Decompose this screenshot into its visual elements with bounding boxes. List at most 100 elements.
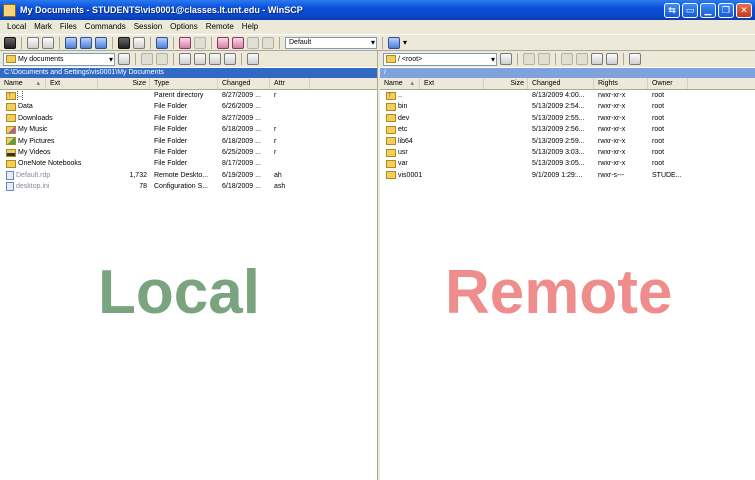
file-row[interactable]: bin 5/13/2009 2:54... rwxr-xr-x root [380,101,755,112]
chevron-down-icon[interactable]: ▾ [403,38,407,47]
file-row[interactable]: desktop.ini 78 Configuration S... 6/18/2… [0,181,377,192]
file-attr [270,101,310,112]
refresh-icon[interactable] [224,53,236,65]
transfer-icon[interactable] [80,36,92,49]
back-icon[interactable] [141,53,153,65]
column-header-rights[interactable]: Rights [594,78,648,89]
root-directory-icon[interactable] [576,53,588,65]
globe-icon[interactable] [388,36,400,49]
file-size [98,158,150,169]
file-row[interactable]: My Pictures File Folder 6/18/2009 ... r [0,136,377,147]
back-icon[interactable] [523,53,535,65]
folder-icon [386,148,396,157]
sessions-icon[interactable] [156,36,168,49]
menu-files[interactable]: Files [56,20,81,34]
maximize-button[interactable]: ❐ [718,2,734,18]
menu-local[interactable]: Local [3,20,30,34]
column-header-size[interactable]: Size [484,78,528,89]
column-header-changed[interactable]: Changed [528,78,594,89]
open-folder-icon[interactable] [118,53,130,65]
file-row[interactable]: dev 5/13/2009 2:55... rwxr-xr-x root [380,113,755,124]
parent-directory-icon[interactable] [561,53,573,65]
invert-selection-icon[interactable] [247,36,259,49]
root-directory-icon[interactable] [194,53,206,65]
parent-folder-icon [386,90,396,101]
home-icon[interactable] [591,53,603,65]
synchronize-icon[interactable] [42,36,54,49]
filter-icon[interactable] [217,36,229,49]
console-icon[interactable] [118,36,130,49]
file-name-cell: etc [380,124,484,135]
menu-help[interactable]: Help [238,20,262,34]
forward-icon[interactable] [156,53,168,65]
file-size [98,113,150,124]
select-plus-icon[interactable] [179,36,191,49]
close-button[interactable]: ✕ [736,2,752,18]
local-location-combo[interactable]: My documents [3,52,115,66]
switch-view-button[interactable]: ⇆ [664,2,680,18]
transfer-settings-combo[interactable]: Default [285,36,377,49]
file-row[interactable]: My Music File Folder 6/18/2009 ... r [0,124,377,135]
file-row[interactable]: .. 8/13/2009 4:00... rwxr-xr-x root [380,90,755,101]
file-row[interactable]: My Videos File Folder 6/25/2009 ... r [0,147,377,158]
file-changed: 6/25/2009 ... [222,148,261,156]
file-owner: root [652,148,665,156]
file-size [484,101,528,112]
file-row[interactable]: .. Parent directory 8/27/2009 ... r [0,90,377,102]
refresh-icon[interactable] [606,53,618,65]
open-folder-icon[interactable] [500,53,512,65]
column-header-name[interactable]: Name [0,78,46,89]
tray-button[interactable]: ▭ [682,2,698,18]
queue-icon[interactable] [65,36,77,49]
column-header-type[interactable]: Type [150,78,218,89]
remote-location-combo[interactable]: / <root> [383,52,497,66]
file-name-cell: .. [380,90,484,101]
menu-session[interactable]: Session [130,20,166,34]
select-all-icon[interactable] [232,36,244,49]
file-row[interactable]: Downloads File Folder 8/27/2009 ... [0,113,377,124]
menu-commands[interactable]: Commands [81,20,130,34]
file-row[interactable]: lib64 5/13/2009 2:59... rwxr-xr-x root [380,136,755,147]
file-size [98,136,150,147]
file-owner: root [652,160,665,168]
remote-overlay-label: Remote [445,258,673,327]
column-header-ext[interactable]: Ext [420,78,484,89]
column-header-attr[interactable]: Attr [270,78,310,89]
file-row[interactable]: Default.rdp 1,732 Remote Deskto... 6/19/… [0,170,377,181]
menu-mark[interactable]: Mark [30,20,56,34]
tree-view-icon[interactable] [247,53,259,65]
minimize-button[interactable]: ▁ [700,2,716,18]
file-row[interactable]: usr 5/13/2009 3:03... rwxr-xr-x root [380,147,755,158]
compare-directories-icon[interactable] [27,36,39,49]
unselect-minus-icon[interactable] [194,36,206,49]
tree-view-icon[interactable] [629,53,641,65]
file-name-cell: Downloads [0,113,98,124]
local-overlay-label: Local [98,258,260,327]
file-row[interactable]: var 5/13/2009 3:05... rwxr-xr-x root [380,158,755,169]
menu-remote[interactable]: Remote [202,20,238,34]
putty-icon[interactable] [133,36,145,49]
forward-icon[interactable] [538,53,550,65]
file-name-cell: dev [380,113,484,124]
file-rights: rwxr-xr-x [598,160,626,168]
column-header-ext[interactable]: Ext [46,78,98,89]
file-attr [270,113,310,124]
toolbar-separator [517,53,518,65]
column-header-name[interactable]: Name [380,78,420,89]
file-row[interactable]: vis0001 9/1/2009 1:29:... rwxr-s--- STUD… [380,170,755,181]
file-row[interactable]: Data File Folder 6/26/2009 ... [0,101,377,112]
clear-selection-icon[interactable] [262,36,274,49]
column-header-size[interactable]: Size [98,78,150,89]
column-header-changed[interactable]: Changed [218,78,270,89]
home-icon[interactable] [209,53,221,65]
folder-icon [386,55,396,63]
winscp-app-icon [3,3,16,17]
file-row[interactable]: etc 5/13/2009 2:56... rwxr-xr-x root [380,124,755,135]
column-header-owner[interactable]: Owner [648,78,688,89]
preferences-icon[interactable] [4,36,16,49]
refresh-icon[interactable] [95,36,107,49]
parent-directory-icon[interactable] [179,53,191,65]
file-type: File Folder [154,160,188,168]
file-row[interactable]: OneNote Notebooks File Folder 8/17/2009 … [0,158,377,169]
menu-options[interactable]: Options [166,20,202,34]
